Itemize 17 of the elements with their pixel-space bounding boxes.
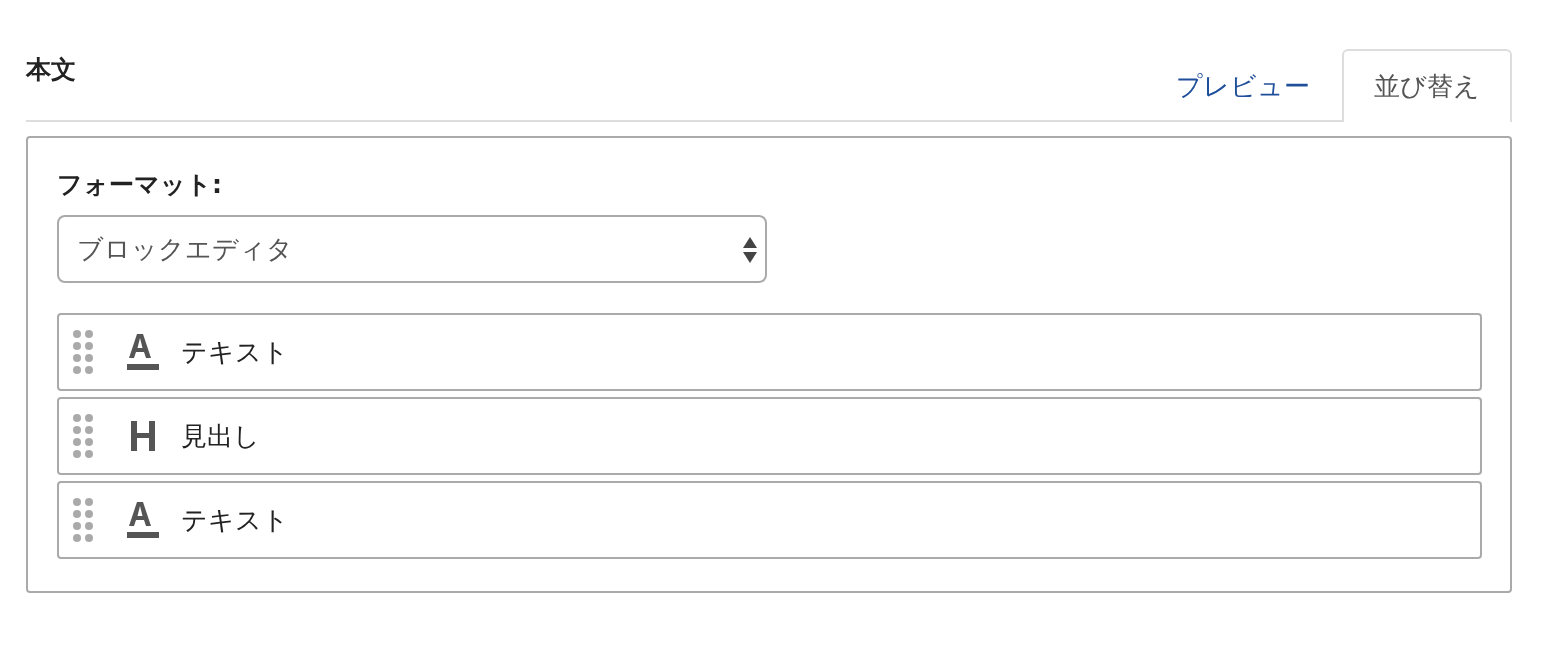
select-arrows-icon: [743, 237, 757, 263]
section-title: 本文: [26, 54, 76, 86]
tab[interactable]: 並び替え: [1342, 49, 1512, 122]
block-row[interactable]: 見出し: [57, 397, 1482, 475]
format-label: フォーマット:: [57, 169, 223, 201]
drag-handle-icon[interactable]: [73, 498, 93, 542]
text-format-icon: [127, 502, 159, 538]
block-label: 見出し: [181, 419, 260, 453]
text-format-icon: [127, 334, 159, 370]
drag-handle-icon[interactable]: [73, 414, 93, 458]
block-label: テキスト: [181, 335, 289, 369]
block-label: テキスト: [181, 503, 289, 537]
format-select[interactable]: ブロックエディタ: [57, 215, 767, 283]
block-row[interactable]: テキスト: [57, 481, 1482, 559]
block-row[interactable]: テキスト: [57, 313, 1482, 391]
tab[interactable]: プレビュー: [1144, 49, 1342, 122]
drag-handle-icon[interactable]: [73, 330, 93, 374]
